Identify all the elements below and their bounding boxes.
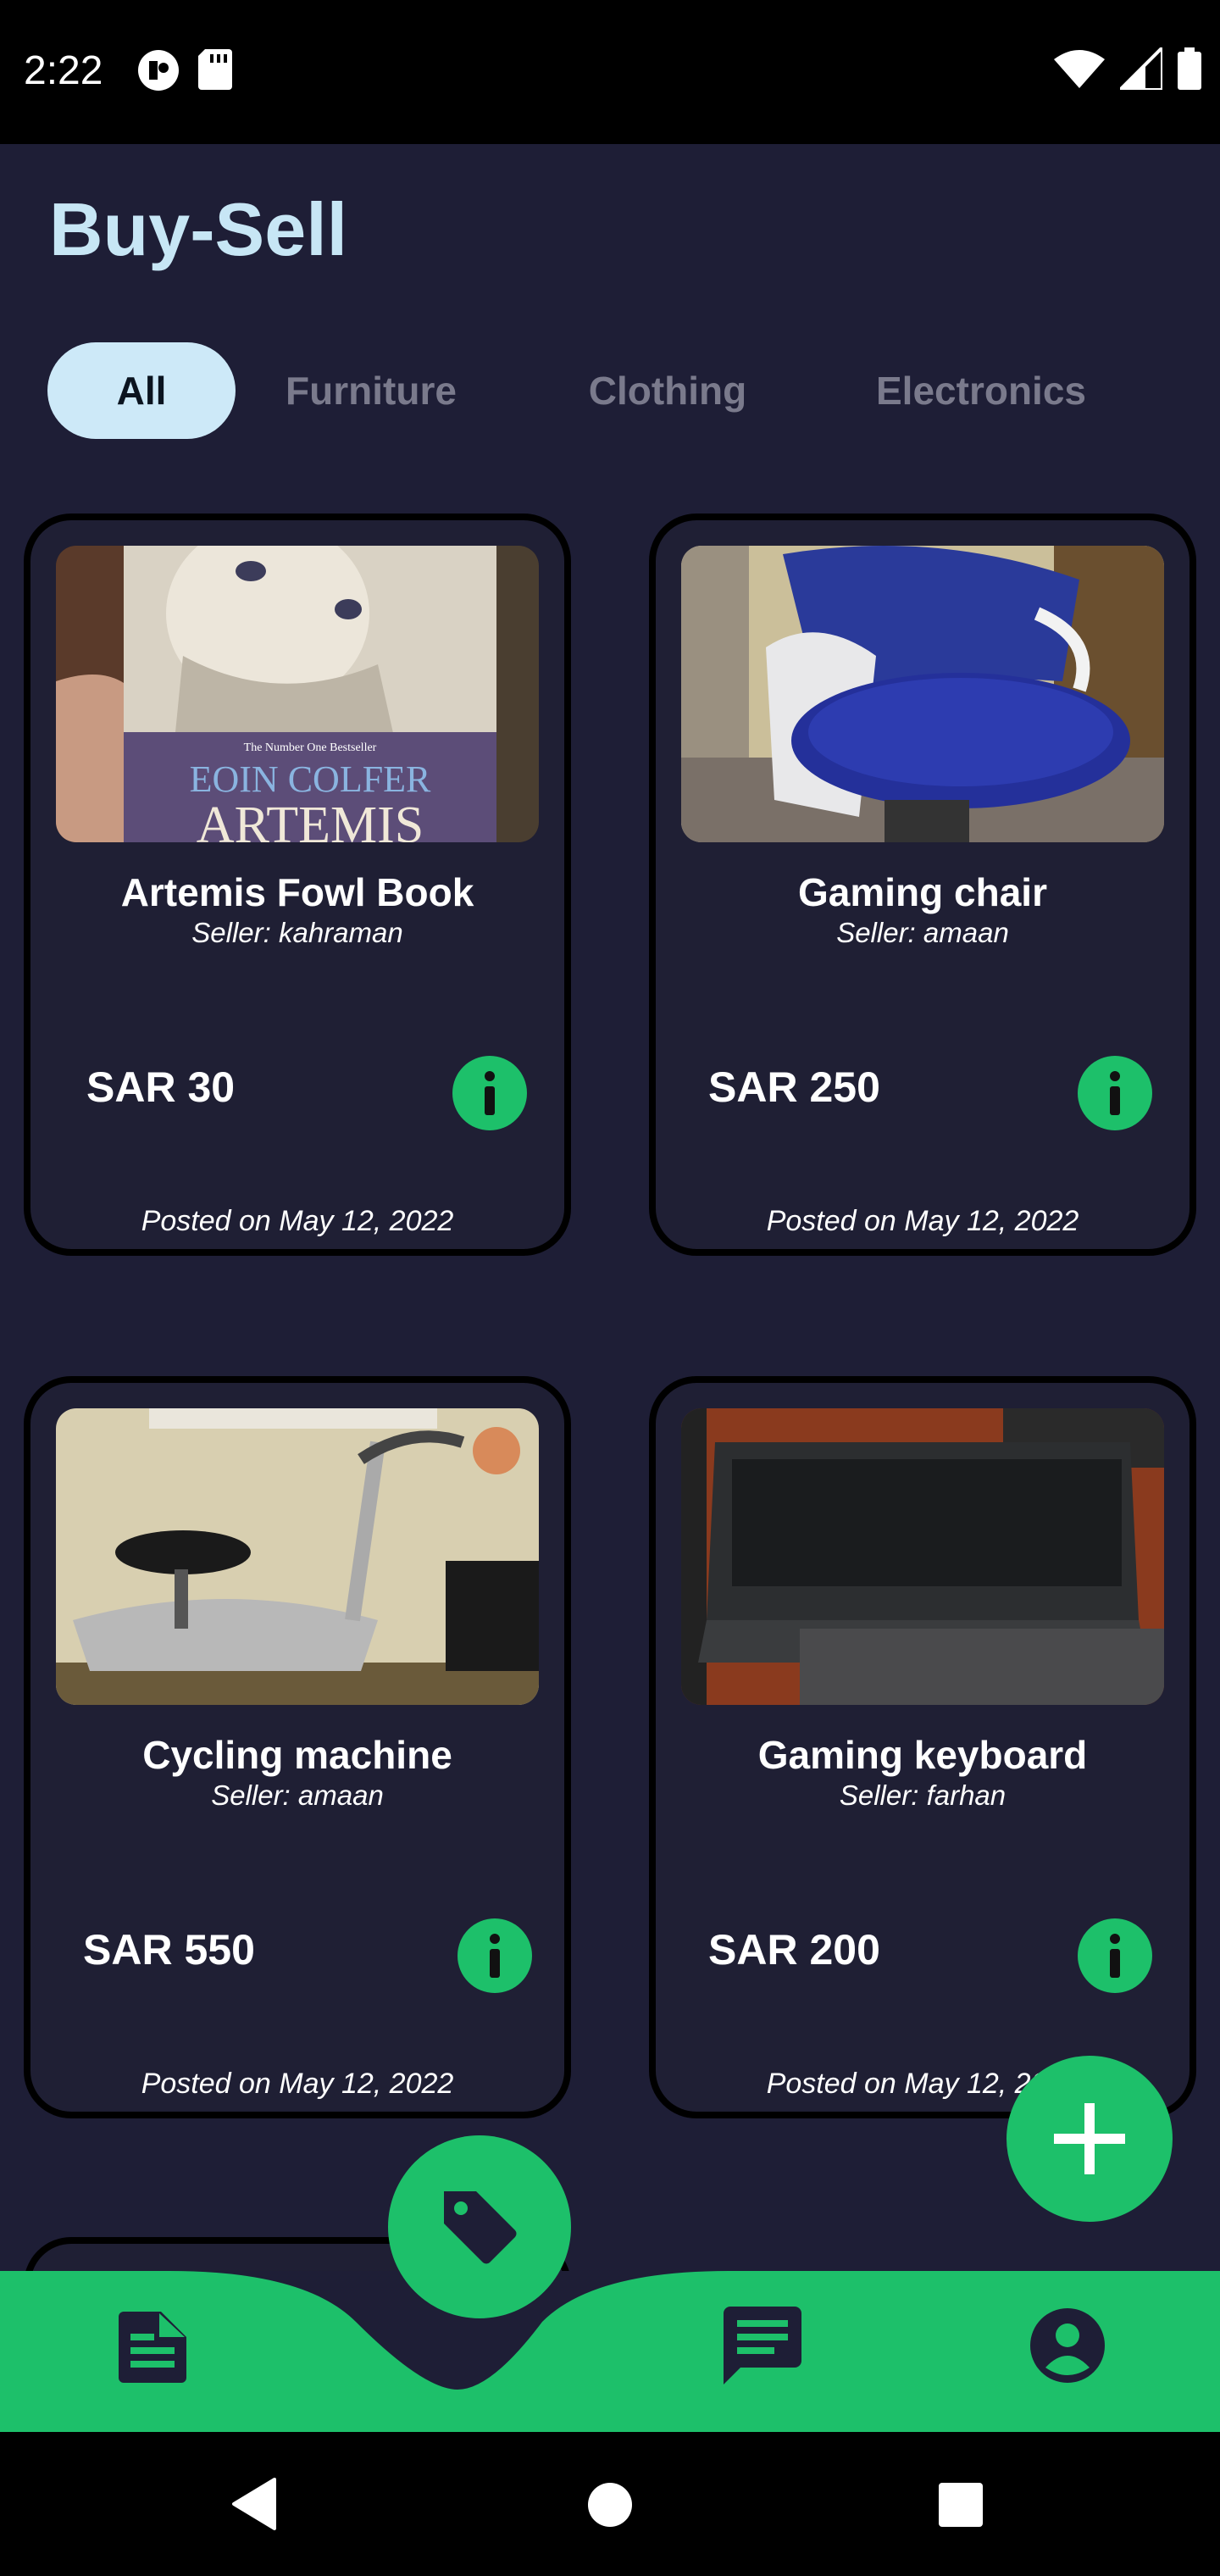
- info-button[interactable]: [1078, 1918, 1152, 1993]
- book-series: ARTEMIS: [197, 797, 424, 842]
- info-button[interactable]: [1078, 1056, 1152, 1130]
- listing-date: Posted on May 12, 2022: [141, 1205, 454, 1237]
- info-button[interactable]: [452, 1056, 527, 1130]
- tab-electronics[interactable]: Electronics: [829, 342, 1134, 439]
- bottom-navigation: [0, 2135, 1220, 2432]
- app-screen: Buy-Sell All Furniture Clothing Electron…: [0, 144, 1220, 2271]
- cell-signal-icon: [1120, 47, 1162, 90]
- nav-sell-button[interactable]: [388, 2135, 571, 2318]
- chat-icon: [724, 2307, 801, 2384]
- recents-icon[interactable]: [937, 2481, 984, 2529]
- info-icon: [490, 1934, 500, 1978]
- listing-card[interactable]: Cycling machine Seller: amaan SAR 550 Po…: [24, 1376, 571, 2118]
- wifi-icon: [1054, 50, 1105, 88]
- account-icon: [1030, 2308, 1105, 2383]
- book-cover-image: The Number One Bestseller EOIN COLFER AR…: [56, 546, 539, 842]
- nav-listings-button[interactable]: [110, 2305, 195, 2390]
- notification-app-icon: [138, 50, 179, 91]
- listing-seller: Seller: amaan: [211, 1779, 384, 1811]
- status-system-icons: [1054, 47, 1201, 90]
- page-title: Buy-Sell: [49, 187, 348, 271]
- sd-card-icon: [198, 49, 232, 90]
- status-notification-icons: [137, 49, 232, 92]
- listing-title: Gaming keyboard: [757, 1733, 1088, 1777]
- listing-price: SAR 550: [83, 1926, 255, 1974]
- category-tabs: All Furniture Clothing Electronics: [47, 342, 1134, 439]
- book-subtitle: The Number One Bestseller: [244, 741, 377, 754]
- tab-all[interactable]: All: [47, 342, 236, 439]
- listing-seller: Seller: amaan: [836, 917, 1009, 948]
- tab-furniture[interactable]: Furniture: [236, 342, 507, 439]
- office-chair-image: [681, 546, 1164, 842]
- keyboard-image: [681, 1408, 1164, 1705]
- system-navigation-bar: [0, 2432, 1220, 2576]
- listing-title: Artemis Fowl Book: [120, 870, 474, 914]
- document-icon: [119, 2312, 186, 2383]
- listing-date: Posted on May 12, 2022: [766, 1205, 1079, 1237]
- home-icon[interactable]: [586, 2481, 634, 2529]
- info-icon: [1110, 1071, 1120, 1115]
- tag-icon: [444, 2191, 517, 2264]
- battery-icon: [1178, 47, 1201, 90]
- status-time: 2:22: [24, 48, 103, 93]
- info-button[interactable]: [458, 1918, 532, 1993]
- listing-price: SAR 30: [86, 1063, 236, 1111]
- listing-title: Cycling machine: [142, 1733, 452, 1777]
- back-icon[interactable]: [230, 2478, 278, 2530]
- info-icon: [1110, 1934, 1120, 1978]
- listing-price: SAR 250: [708, 1063, 880, 1111]
- book-author: EOIN COLFER: [190, 758, 431, 800]
- listing-card[interactable]: Gaming keyboard Seller: farhan SAR 200 P…: [649, 1376, 1196, 2118]
- listing-price: SAR 200: [708, 1926, 880, 1974]
- exercise-bike-image: [56, 1408, 539, 1705]
- listing-seller: Seller: farhan: [839, 1779, 1006, 1811]
- nav-messages-button[interactable]: [718, 2301, 807, 2390]
- info-icon: [485, 1071, 495, 1115]
- listing-date: Posted on May 12, 2022: [141, 2068, 454, 2100]
- listing-card[interactable]: The Number One Bestseller EOIN COLFER AR…: [24, 514, 571, 1256]
- tab-clothing[interactable]: Clothing: [507, 342, 829, 439]
- listing-seller: Seller: kahraman: [191, 917, 403, 948]
- status-bar: 2:22: [0, 0, 1220, 144]
- listing-card[interactable]: Gaming chair Seller: amaan SAR 250 Poste…: [649, 514, 1196, 1256]
- nav-profile-button[interactable]: [1023, 2301, 1112, 2390]
- listing-title: Gaming chair: [798, 870, 1047, 914]
